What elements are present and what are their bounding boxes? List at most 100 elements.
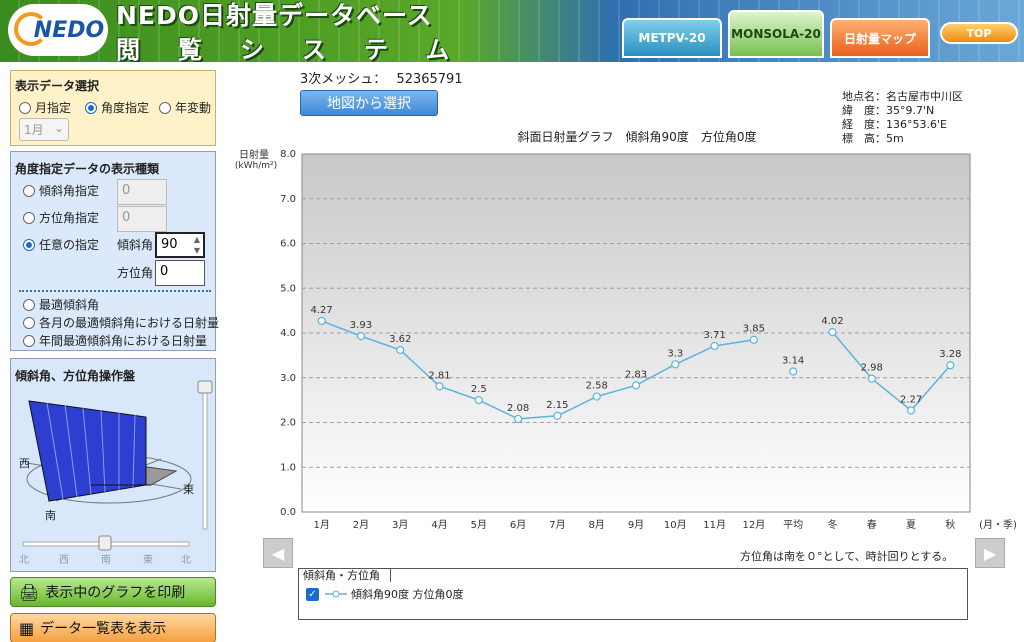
data-label: 2.58 [586,381,608,392]
logo-ring-icon [14,12,48,46]
printer-icon: 🖨 [19,582,40,602]
radio-angle-icon[interactable] [85,101,97,114]
x-tick-label: 11月 [703,519,726,531]
y-tick-label: 2.0 [280,418,296,429]
custom-azimuth-label: 方位角 [117,266,154,280]
data-label: 2.27 [900,394,922,405]
tilt-spec-input[interactable]: 0 [117,179,167,205]
data-label: 2.15 [546,400,568,411]
radio-monthly-optimal-label: 各月の最適傾斜角における日射量 [39,316,220,330]
x-tick-label: 6月 [510,519,526,531]
data-point [592,392,601,401]
prev-button[interactable]: ◀ [263,538,293,568]
select-from-map-button[interactable]: 地図から選択 [300,90,438,116]
data-label: 2.5 [471,384,487,395]
radio-angle-label: 角度指定 [101,101,150,115]
x-tick-label: 春 [867,519,877,531]
irradiance-chart: 0.0 1.0 2.0 3.0 4.0 5.0 6.0 7.0 8.0 日射量(kWh/m²) 1月… [235,149,1017,531]
tilt-slider-track[interactable] [202,388,208,530]
site-title: NEDO日射量データベース [116,1,433,30]
mesh-label: 3次メッシュ： [300,72,387,87]
triangle-right-icon: ▶ [983,543,997,563]
spinner-icon[interactable]: ▲ ▼ [194,234,200,256]
custom-tilt-input[interactable]: 90 ▲ ▼ [155,232,205,258]
radio-yearly-icon[interactable] [159,101,171,114]
radio-annual-optimal-icon[interactable] [23,334,35,347]
scale-west: 西 [59,555,69,566]
tab-solar-map[interactable]: 日射量マップ [830,18,930,58]
radio-tilt-spec[interactable]: 傾斜角指定 [23,182,99,199]
data-point [474,396,483,405]
y-tick-label: 8.0 [280,149,296,160]
x-tick-label: 秋 [945,518,955,531]
data-label: 3.14 [782,355,804,366]
y-tick-label: 7.0 [280,194,296,205]
angle-spec-panel: 角度指定データの表示種類 傾斜角指定 0 方位角指定 0 任意の指定 傾斜角 9… [10,151,219,351]
print-graph-button[interactable]: 🖨 表示中のグラフを印刷 [10,577,216,607]
data-label: 2.81 [428,370,450,381]
radio-month-icon[interactable] [19,101,31,114]
data-table-button[interactable]: ▦ データ一覧表を表示 [10,613,216,642]
radio-tilt-spec-icon[interactable] [23,184,35,197]
divider [19,290,211,292]
x-tick-label: 12月 [743,519,766,531]
legend-checkbox[interactable]: ✓ [306,587,319,601]
radio-custom[interactable]: 任意の指定 [23,236,99,253]
x-tick-label: 1月 [313,519,329,531]
radio-tilt-spec-label: 傾斜角指定 [39,184,100,198]
data-label: 2.08 [507,403,529,414]
x-tick-label: 8月 [589,519,605,531]
data-point [867,374,876,383]
south-label: 南 [45,509,56,522]
tab-monsola[interactable]: MONSOLA-20 [728,10,824,58]
radio-angle[interactable]: 角度指定 [85,99,149,116]
radio-azimuth-spec-label: 方位角指定 [39,211,100,225]
x-tick-label: 5月 [471,519,487,531]
panel-3d-view[interactable]: 西 南 東 北 西 南 東 北 [11,359,217,573]
custom-azimuth-input[interactable]: 0 [155,260,205,286]
radio-optimal-tilt[interactable]: 最適傾斜角 [23,296,99,313]
radio-monthly-optimal-icon[interactable] [23,316,35,329]
azimuth-spec-input[interactable]: 0 [117,206,167,232]
radio-azimuth-spec-icon[interactable] [23,211,35,224]
radio-annual-optimal[interactable]: 年間最適傾斜角における日射量 [23,332,207,349]
angle-control-panel: 傾斜角、方位角操作盤 西 南 東 北 西 南 東 北 [10,358,216,572]
nedo-logo[interactable]: NEDO [8,4,108,56]
x-tick-label: 3月 [392,519,408,531]
radio-month[interactable]: 月指定 [19,99,71,116]
site-subtitle: 閲覧システム [116,36,488,62]
radio-optimal-tilt-icon[interactable] [23,298,35,311]
legend-line-icon [325,590,347,598]
y-tick-label: 5.0 [280,283,296,294]
data-label: 3.3 [667,348,683,359]
radio-optimal-tilt-label: 最適傾斜角 [39,298,100,312]
table-icon: ▦ [19,618,35,638]
tilt-slider-handle[interactable] [197,380,213,394]
data-point [906,406,916,415]
tab-metpv[interactable]: METPV-20 [622,18,722,58]
radio-yearly-label: 年変動 [175,101,212,115]
display-data-panel: 表示データ選択 月指定 角度指定 年変動 1月 ⌄ [10,70,216,146]
data-point [553,411,562,420]
mesh-value: 52365791 [396,72,463,87]
x-tick-label: 9月 [628,519,644,531]
next-button[interactable]: ▶ [975,538,1005,568]
x-tick-label: 平均 [783,519,803,531]
month-select[interactable]: 1月 ⌄ [19,118,69,141]
data-point [435,382,444,391]
location-lat: 緯 度：35°9.7'N [842,104,935,117]
radio-monthly-optimal[interactable]: 各月の最適傾斜角における日射量 [23,314,219,331]
radio-yearly[interactable]: 年変動 [159,99,211,116]
data-point [396,345,405,355]
tab-top[interactable]: TOP [940,22,1018,44]
data-point [828,328,837,337]
data-label: 4.02 [821,316,843,327]
legend-item[interactable]: ✓ 傾斜角90度 方位角0度 [306,586,464,602]
data-table-label: データ一覧表を表示 [40,621,167,637]
radio-azimuth-spec[interactable]: 方位角指定 [23,209,99,226]
data-label: 3.71 [703,330,725,341]
data-point [317,316,326,326]
data-label: 2.83 [625,369,647,380]
azimuth-slider-handle[interactable] [98,535,112,551]
radio-custom-icon[interactable] [23,238,35,251]
